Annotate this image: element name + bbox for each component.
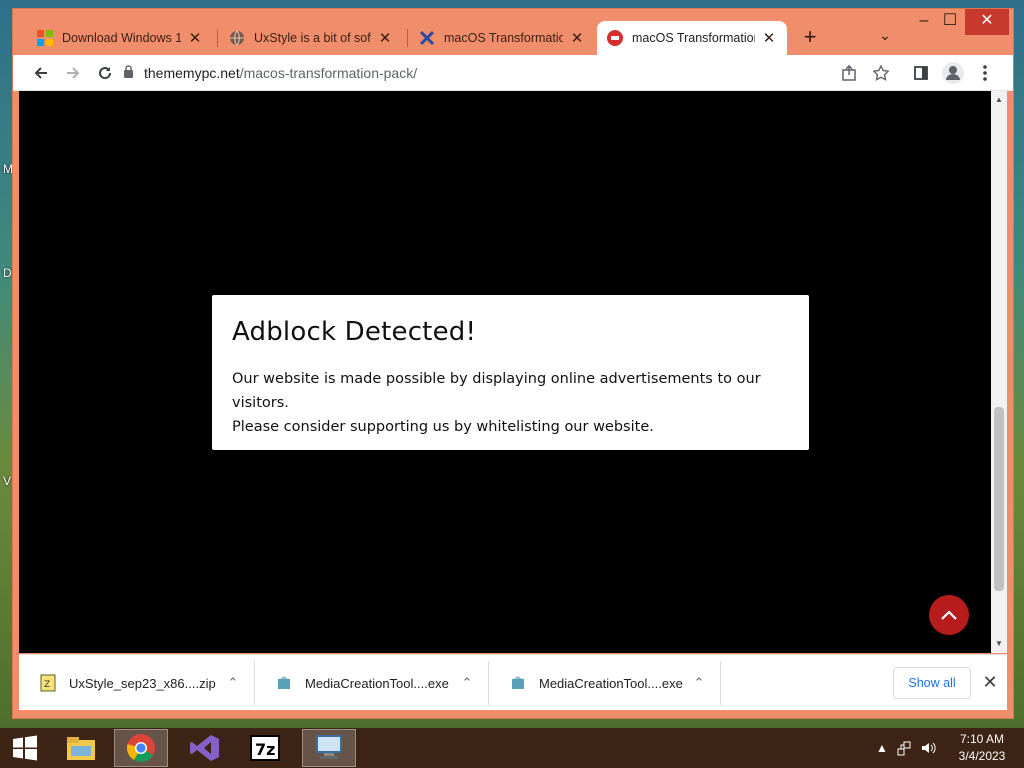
close-icon[interactable]: ✕ — [979, 671, 1001, 695]
page-scrollbar[interactable]: ▲ ▼ — [991, 91, 1007, 653]
desktop-icon-label-fragment: V — [3, 474, 12, 488]
windows-logo-icon — [37, 30, 53, 46]
chevron-down-icon[interactable]: ⌄ — [875, 27, 895, 47]
close-tab-icon[interactable]: ✕ — [569, 29, 585, 47]
zip-archive-icon: Z — [39, 674, 57, 692]
thememypc-icon — [607, 30, 623, 46]
download-filename: UxStyle_sep23_x86....zip — [69, 675, 216, 691]
maximize-button[interactable]: ☐ — [935, 9, 965, 35]
system-clock[interactable]: 7:10 AM 3/4/2023 — [952, 731, 1012, 765]
tab-title: macOS Transformation — [444, 31, 563, 45]
download-filename: MediaCreationTool....exe — [305, 675, 449, 691]
volume-icon[interactable] — [920, 728, 940, 768]
kebab-menu-icon[interactable] — [973, 61, 997, 85]
forward-arrow-icon[interactable] — [61, 61, 85, 85]
scroll-up-arrow-icon[interactable]: ▲ — [991, 93, 1007, 107]
dialog-message-line1: Our website is made possible by displayi… — [232, 371, 761, 411]
close-tab-icon[interactable]: ✕ — [187, 29, 203, 47]
address-bar[interactable]: thememypc.net/macos-transformation-pack/ — [123, 60, 893, 86]
adblock-dialog: Adblock Detected! Our website is made po… — [212, 295, 809, 450]
chevron-up-icon[interactable]: ⌃ — [688, 675, 710, 691]
close-window-button[interactable]: ✕ — [965, 9, 1009, 35]
show-all-button[interactable]: Show all — [893, 667, 971, 699]
clock-date: 3/4/2023 — [958, 749, 1006, 763]
globe-icon — [229, 30, 245, 46]
close-tab-icon[interactable]: ✕ — [761, 29, 777, 47]
installer-icon — [509, 674, 527, 692]
tab-title: UxStyle is a bit of softw — [254, 31, 371, 45]
bookmark-star-icon[interactable] — [869, 61, 893, 85]
side-panel-icon[interactable] — [909, 61, 933, 85]
url-host: thememypc.net — [144, 65, 240, 81]
share-icon[interactable] — [837, 61, 861, 85]
tab-separator — [407, 29, 408, 47]
installer-icon — [275, 674, 293, 692]
url-path: /macos-transformation-pack/ — [239, 65, 418, 81]
desktop-icon-label-fragment: D — [3, 266, 12, 280]
page-content: Adblock Detected! Our website is made po… — [19, 91, 991, 653]
chevron-up-icon — [941, 610, 957, 620]
scroll-down-arrow-icon[interactable]: ▼ — [991, 637, 1007, 651]
back-arrow-icon[interactable] — [29, 61, 53, 85]
download-item[interactable]: Z UxStyle_sep23_x86....zip ⌃ — [19, 661, 255, 705]
dialog-message-line2: Please consider supporting us by whiteli… — [232, 419, 654, 435]
svg-text:Z: Z — [44, 680, 50, 690]
tab-macos-transformation-active[interactable]: macOS Transformation ✕ — [597, 21, 787, 55]
profile-avatar-icon[interactable] — [941, 61, 965, 85]
close-tab-icon[interactable]: ✕ — [377, 29, 393, 47]
start-button[interactable] — [0, 729, 50, 767]
scroll-to-top-button[interactable] — [929, 595, 969, 635]
clock-time: 7:10 AM — [959, 732, 1005, 746]
7zip-icon[interactable]: 7z — [238, 729, 292, 767]
tab-macos-transformation[interactable]: macOS Transformation ✕ — [409, 21, 595, 55]
browser-toolbar: thememypc.net/macos-transformation-pack/ — [13, 55, 1013, 91]
download-filename: MediaCreationTool....exe — [539, 675, 683, 691]
new-tab-icon[interactable]: + — [797, 25, 823, 51]
tools-icon — [419, 30, 435, 46]
reload-icon[interactable] — [93, 61, 117, 85]
chevron-up-icon[interactable]: ⌃ — [222, 675, 244, 691]
file-explorer-icon[interactable] — [54, 729, 108, 767]
visual-studio-icon[interactable] — [178, 729, 232, 767]
tab-separator — [217, 29, 218, 47]
svg-text:7z: 7z — [255, 740, 275, 759]
tab-title: macOS Transformation — [632, 31, 755, 45]
chevron-up-icon[interactable]: ⌃ — [456, 675, 478, 691]
remote-desktop-icon[interactable] — [302, 729, 356, 767]
tab-title: Download Windows 10 — [62, 31, 181, 45]
dialog-title: Adblock Detected! — [232, 317, 477, 347]
chrome-icon[interactable] — [114, 729, 168, 767]
download-item[interactable]: MediaCreationTool....exe ⌃ — [255, 661, 489, 705]
tab-uxstyle[interactable]: UxStyle is a bit of softw ✕ — [219, 21, 403, 55]
show-hidden-icons-icon[interactable]: ▲ — [876, 728, 888, 768]
taskbar: 7z ▲ 7:10 AM 3/4/2023 — [0, 728, 1024, 768]
browser-window: Download Windows 10 ✕ UxStyle is a bit o… — [12, 8, 1014, 719]
tab-strip: Download Windows 10 ✕ UxStyle is a bit o… — [13, 9, 1013, 55]
lock-icon — [123, 65, 134, 81]
downloads-bar: Z UxStyle_sep23_x86....zip ⌃ MediaCreati… — [19, 654, 1007, 710]
windows-start-icon — [13, 735, 37, 761]
network-icon[interactable] — [896, 728, 916, 768]
tab-download-windows[interactable]: Download Windows 10 ✕ — [27, 21, 213, 55]
scroll-thumb[interactable] — [994, 407, 1004, 591]
download-item[interactable]: MediaCreationTool....exe ⌃ — [489, 661, 721, 705]
